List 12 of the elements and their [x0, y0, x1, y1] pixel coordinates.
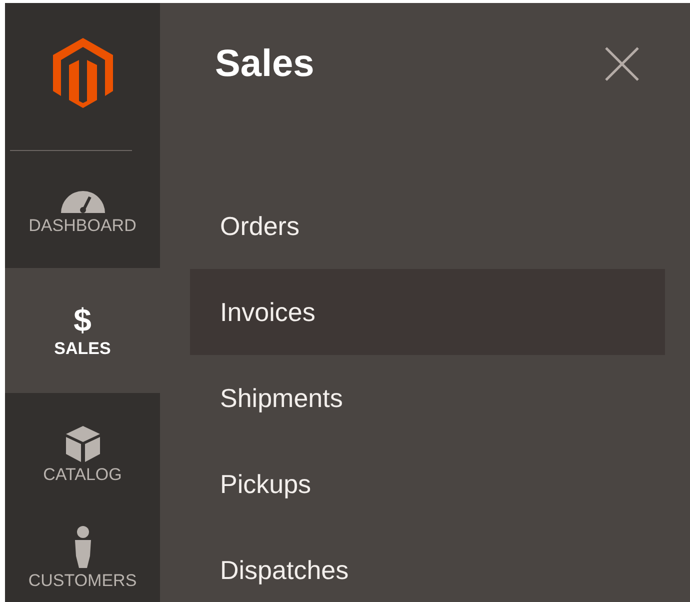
- panel-title: Sales: [215, 45, 314, 83]
- close-icon: [604, 46, 640, 82]
- menu-item[interactable]: Pickups: [190, 441, 665, 527]
- menu-item[interactable]: Orders: [190, 183, 665, 269]
- logo-icon[interactable]: [52, 38, 112, 108]
- dollar-icon: $: [74, 304, 92, 336]
- menu-item[interactable]: Dispatches: [190, 527, 665, 602]
- menu-item[interactable]: Invoices: [190, 269, 665, 355]
- box-icon: [66, 426, 100, 462]
- sidebar-item[interactable]: $ SALES: [5, 268, 160, 393]
- menu-item[interactable]: Shipments: [190, 355, 665, 441]
- close-button[interactable]: [604, 46, 640, 82]
